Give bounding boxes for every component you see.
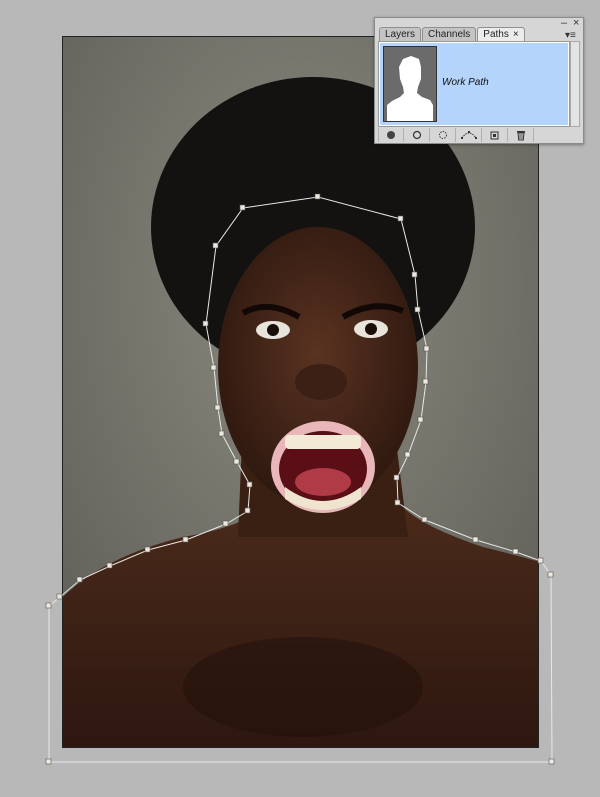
- delete-path-icon: [516, 130, 525, 140]
- paths-list-scrollbar[interactable]: [570, 41, 580, 127]
- tab-paths[interactable]: Paths ×: [477, 27, 525, 42]
- fill-path-button[interactable]: [378, 128, 404, 142]
- make-work-path-button[interactable]: [456, 128, 482, 142]
- tab-layers-label: Layers: [385, 29, 416, 40]
- tab-paths-label: Paths: [483, 29, 509, 40]
- stroke-path-button[interactable]: [404, 128, 430, 142]
- tab-layers[interactable]: Layers: [379, 27, 422, 41]
- panel-button-bar: [378, 128, 580, 142]
- load-selection-button[interactable]: [430, 128, 456, 142]
- paths-panel[interactable]: ‒ × Layers Channels Paths × ▾≡ Work Path: [374, 17, 584, 144]
- panel-menu-icon[interactable]: ▾≡: [565, 30, 576, 41]
- fill-path-icon: [387, 131, 395, 139]
- tab-channels-label: Channels: [428, 29, 471, 40]
- paths-list[interactable]: Work Path: [378, 41, 570, 127]
- path-anchor-points: [45, 193, 555, 765]
- new-path-icon: [490, 131, 498, 140]
- panel-minimize-button[interactable]: ‒: [561, 18, 567, 29]
- path-thumbnail: [383, 46, 437, 122]
- new-path-button[interactable]: [482, 128, 508, 142]
- load-selection-icon: [438, 131, 447, 139]
- delete-path-button[interactable]: [508, 128, 534, 142]
- stroke-path-icon: [412, 130, 421, 140]
- panel-tabs: Layers Channels Paths ×: [379, 27, 526, 42]
- path-row-work-path[interactable]: Work Path: [380, 43, 568, 125]
- tab-channels[interactable]: Channels: [422, 27, 477, 41]
- tab-close-icon[interactable]: ×: [513, 29, 519, 40]
- make-work-path-icon: [460, 131, 477, 139]
- path-name-label: Work Path: [442, 77, 489, 88]
- panel-close-button[interactable]: ×: [573, 18, 579, 29]
